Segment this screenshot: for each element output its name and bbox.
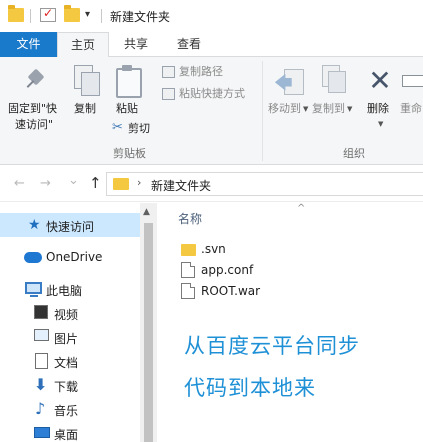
move-to-button[interactable]: 移动到 <box>268 101 301 116</box>
nav-item-this-pc[interactable]: 此电脑 <box>0 277 140 301</box>
nav-item-downloads[interactable]: ⬇ 下载 <box>0 373 140 397</box>
nav-item-videos[interactable]: 视频 <box>0 301 140 325</box>
paste-shortcut-icon <box>162 88 175 100</box>
forward-arrow-icon[interactable]: → <box>40 176 51 191</box>
computer-icon <box>25 282 42 297</box>
download-icon: ⬇ <box>34 375 48 394</box>
back-arrow-icon[interactable]: ← <box>14 176 25 191</box>
cloud-icon <box>24 252 42 263</box>
nav-item-label: 图片 <box>54 332 79 346</box>
rename-icon <box>402 69 423 89</box>
nav-pane-scrollbar[interactable]: ▲ <box>140 203 157 442</box>
file-icon <box>181 262 195 278</box>
documents-icon <box>35 353 48 369</box>
ribbon-tabs: 文件 主页 共享 查看 <box>0 32 423 58</box>
move-to-icon <box>274 67 304 101</box>
address-field[interactable]: › 新建文件夹 <box>106 172 423 196</box>
toolbar-divider <box>101 9 102 23</box>
tab-file[interactable]: 文件 <box>0 32 57 57</box>
folder-icon <box>113 178 129 190</box>
file-item[interactable]: app.conf <box>179 260 379 280</box>
pin-to-quick-access-label[interactable]: 速访问" <box>15 117 53 132</box>
copy-to-icon <box>316 65 346 95</box>
title-bar: ▾ 新建文件夹 <box>0 0 423 32</box>
scissors-icon: ✂ <box>112 120 123 135</box>
quick-access-dropdown-icon[interactable]: ▾ <box>85 9 90 20</box>
navigation-pane: ★ 快速访问 OneDrive 此电脑 视频 图片 文档 ⬇ 下载 ♪ 音乐 桌… <box>0 203 140 442</box>
scrollbar-thumb[interactable] <box>144 223 153 442</box>
copy-path-button[interactable]: 复制路径 <box>179 64 223 79</box>
organize-group-label: 组织 <box>343 147 365 160</box>
file-name: app.conf <box>201 263 254 277</box>
address-bar: ← → ⌄ ↑ › 新建文件夹 <box>0 166 423 202</box>
nav-item-music[interactable]: ♪ 音乐 <box>0 397 140 421</box>
new-folder-icon[interactable] <box>64 5 80 22</box>
nav-item-label: 下载 <box>54 380 79 394</box>
nav-item-label: 音乐 <box>54 404 79 418</box>
folder-icon <box>181 244 196 256</box>
pictures-icon <box>34 329 49 341</box>
nav-item-pictures[interactable]: 图片 <box>0 325 140 349</box>
delete-dropdown-icon[interactable]: ▼ <box>378 117 383 132</box>
toolbar-divider <box>30 9 31 23</box>
paste-shortcut-button[interactable]: 粘贴快捷方式 <box>179 86 245 101</box>
nav-item-label: OneDrive <box>46 250 103 264</box>
folder-icon <box>8 5 24 22</box>
nav-item-desktop[interactable]: 桌面 <box>0 421 140 442</box>
up-arrow-icon[interactable]: ↑ <box>89 174 102 192</box>
ribbon: 固定到"快 速访问" 复制 粘贴 复制路径 粘贴快捷方式 ✂ 剪切 剪贴板 移动… <box>0 57 423 165</box>
annotation-text-line1: 从百度云平台同步 <box>184 334 360 358</box>
tab-view[interactable]: 查看 <box>164 32 214 57</box>
delete-x-icon: ✕ <box>368 64 392 97</box>
sort-ascending-icon: ^ <box>297 203 306 214</box>
ribbon-group-divider <box>262 61 263 161</box>
file-list: ^ 名称 .svn app.conf ROOT.war 从百度云平台同步 代码到… <box>157 203 423 442</box>
file-name: .svn <box>201 242 226 256</box>
annotation-text-line2: 代码到本地来 <box>184 376 316 400</box>
nav-item-onedrive[interactable]: OneDrive <box>0 245 140 269</box>
nav-item-documents[interactable]: 文档 <box>0 349 140 373</box>
rename-button[interactable]: 重命 <box>400 101 422 116</box>
nav-item-label: 文档 <box>54 356 79 370</box>
delete-button[interactable]: 删除 <box>367 101 389 116</box>
music-icon: ♪ <box>35 399 46 418</box>
desktop-icon <box>34 427 50 438</box>
file-name: ROOT.war <box>201 284 261 298</box>
tab-home[interactable]: 主页 <box>57 32 109 58</box>
breadcrumb-current[interactable]: 新建文件夹 <box>151 177 211 194</box>
nav-item-label: 此电脑 <box>46 284 83 298</box>
pin-icon <box>24 69 48 93</box>
move-to-dropdown-icon[interactable]: ▼ <box>303 102 308 117</box>
breadcrumb-chevron-icon[interactable]: › <box>137 176 141 189</box>
file-icon <box>181 283 195 299</box>
tab-share[interactable]: 共享 <box>112 32 160 57</box>
nav-item-label: 快速访问 <box>46 220 95 234</box>
column-header-name[interactable]: 名称 <box>178 210 202 227</box>
copy-to-dropdown-icon[interactable]: ▼ <box>347 102 352 117</box>
nav-item-label: 桌面 <box>54 428 79 442</box>
file-item[interactable]: ROOT.war <box>179 281 379 301</box>
nav-item-quick-access[interactable]: ★ 快速访问 <box>0 213 140 237</box>
cut-button[interactable]: 剪切 <box>128 121 150 136</box>
window-title: 新建文件夹 <box>110 10 171 24</box>
video-icon <box>34 305 48 319</box>
copy-to-button[interactable]: 复制到 <box>312 101 345 116</box>
file-item[interactable]: .svn <box>179 239 379 259</box>
copy-icon <box>74 65 100 96</box>
pin-to-quick-access-button[interactable]: 固定到"快 <box>8 101 57 116</box>
recent-locations-chevron-icon[interactable]: ⌄ <box>68 173 79 188</box>
paste-button[interactable]: 粘贴 <box>116 101 138 116</box>
pin-icon: ★ <box>28 217 41 233</box>
nav-item-label: 视频 <box>54 308 79 322</box>
scroll-up-icon[interactable]: ▲ <box>143 207 150 217</box>
clipboard-icon <box>116 65 142 98</box>
properties-check-icon[interactable] <box>40 6 56 22</box>
copy-button[interactable]: 复制 <box>74 101 96 116</box>
clipboard-group-label: 剪贴板 <box>113 147 146 160</box>
copy-path-icon <box>162 66 175 78</box>
